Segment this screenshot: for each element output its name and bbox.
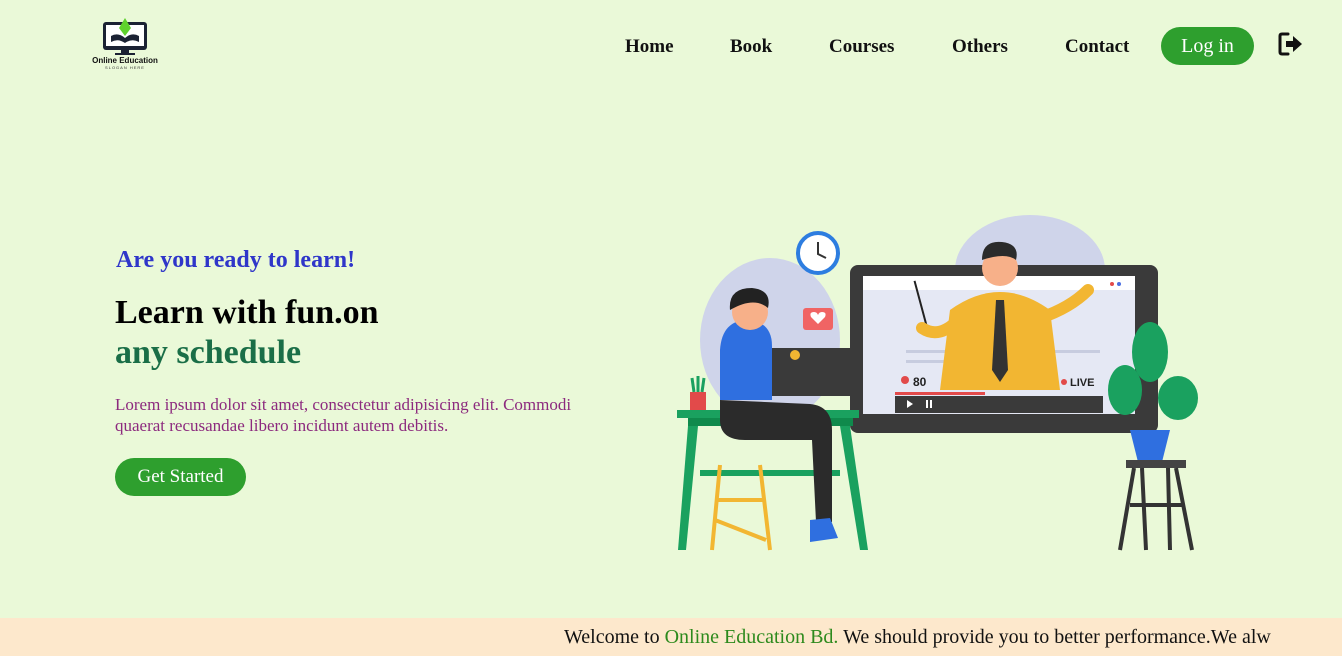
nav-item-courses[interactable]: Courses bbox=[829, 36, 894, 58]
nav-item-others[interactable]: Others bbox=[952, 36, 1008, 58]
welcome-ticker: Welcome to Online Education Bd. We shoul… bbox=[0, 618, 1342, 656]
site-logo[interactable]: Online Education SLOGAN HERE bbox=[90, 14, 160, 72]
get-started-button[interactable]: Get Started bbox=[115, 458, 246, 496]
logo-monitor-icon bbox=[103, 18, 147, 55]
logo-caption: Online Education bbox=[92, 56, 158, 65]
clock-icon bbox=[796, 231, 840, 275]
nav-item-home[interactable]: Home bbox=[625, 36, 674, 58]
hero-description: Lorem ipsum dolor sit amet, consectetur … bbox=[115, 395, 572, 435]
online-class-illustration: 80 LIVE bbox=[677, 215, 1198, 551]
live-label: LIVE bbox=[1070, 377, 1094, 389]
heart-bubble-icon bbox=[803, 308, 833, 330]
live-dot-icon bbox=[1061, 379, 1067, 385]
nav-item-book[interactable]: Book bbox=[730, 36, 772, 58]
hero-tagline: Are you ready to learn! bbox=[116, 247, 356, 273]
ticker-prefix: Welcome to bbox=[564, 626, 665, 648]
nav-item-contact[interactable]: Contact bbox=[1065, 36, 1129, 58]
viewer-icon bbox=[901, 376, 909, 384]
hero-title-line1: Learn with fun.on bbox=[115, 294, 379, 331]
ticker-text: Welcome to Online Education Bd. We shoul… bbox=[564, 626, 1271, 649]
ticker-brand[interactable]: Online Education Bd. bbox=[665, 626, 839, 648]
ticker-suffix: We should provide you to better performa… bbox=[838, 626, 1271, 648]
hero-title-line2: any schedule bbox=[115, 334, 302, 371]
login-button[interactable]: Log in bbox=[1161, 27, 1254, 65]
sign-out-icon[interactable] bbox=[1277, 31, 1305, 57]
logo-slogan: SLOGAN HERE bbox=[105, 65, 145, 70]
viewer-count: 80 bbox=[913, 375, 927, 389]
landing-page: Online Education SLOGAN HERE Home Book C… bbox=[0, 0, 1342, 656]
